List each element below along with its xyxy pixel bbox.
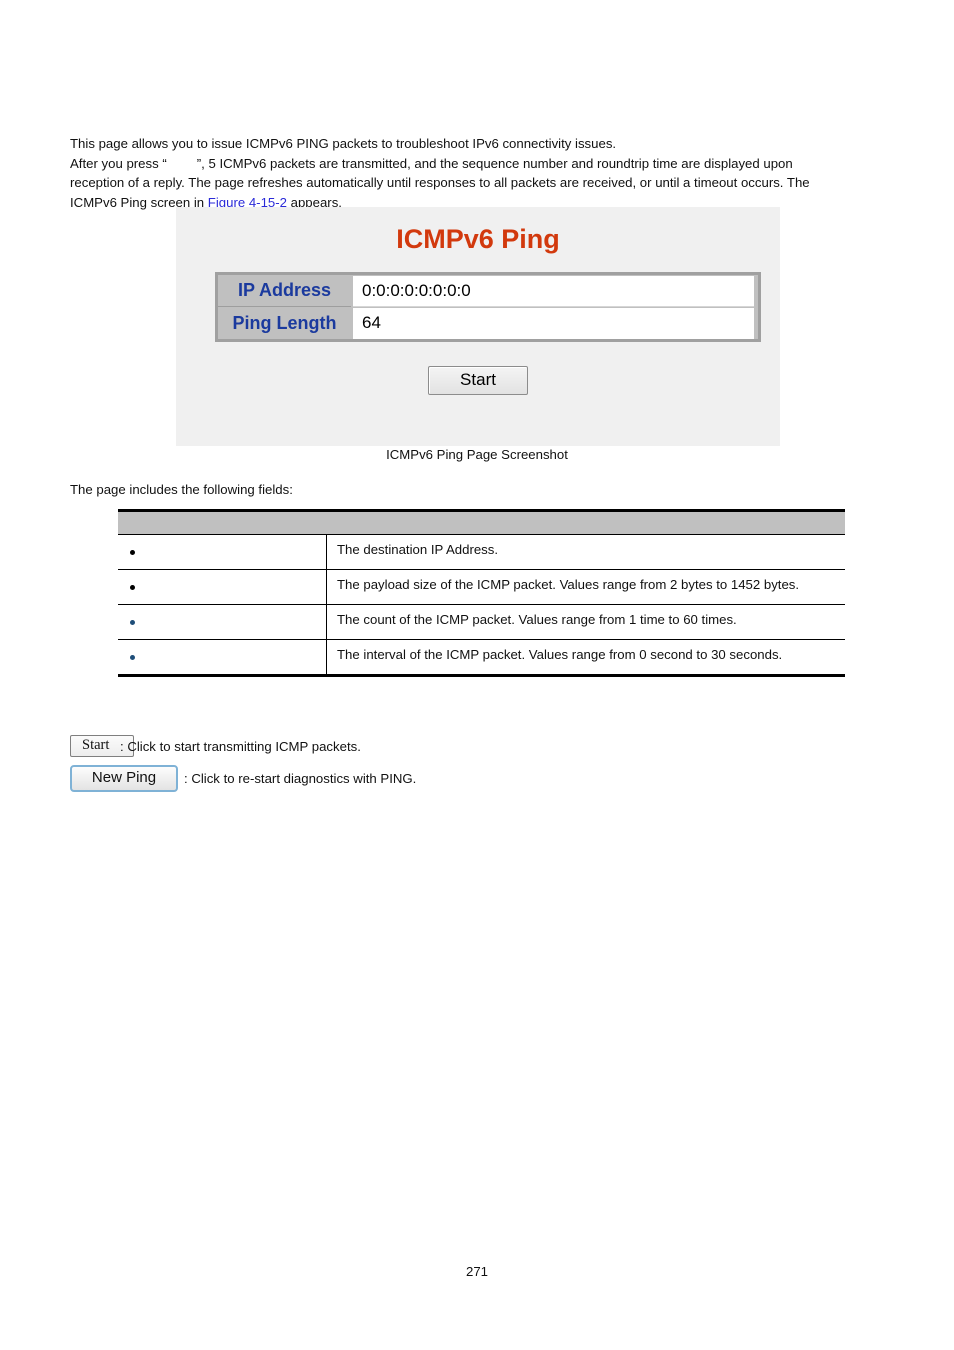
field-description-cell: The payload size of the ICMP packet. Val… <box>337 577 800 592</box>
table-row: The interval of the ICMP packet. Values … <box>118 639 845 676</box>
ping-form-table: IP Address 0:0:0:0:0:0:0:0 Ping Length 6… <box>215 272 761 342</box>
table-row: The destination IP Address. <box>118 534 845 570</box>
button-legend: Start : Click to start transmitting ICMP… <box>70 731 416 793</box>
new-ping-button-legend[interactable]: New Ping <box>70 764 178 792</box>
bullet-icon <box>130 620 135 626</box>
fields-lead-in-text: The page includes the following fields: <box>70 482 293 497</box>
intro-line-2-post: ”, 5 ICMPv6 packets are transmitted, and… <box>196 155 793 171</box>
field-name-cell <box>118 569 327 605</box>
field-name-cell <box>118 639 327 676</box>
fields-table-header-row <box>118 510 845 535</box>
field-name-cell <box>118 534 327 570</box>
intro-line-1: This page allows you to issue ICMPv6 PIN… <box>70 136 617 151</box>
new-ping-button-legend-text: : Click to re-start diagnostics with PIN… <box>184 770 417 786</box>
form-row-ping-length: Ping Length 64 <box>218 307 758 339</box>
field-description-cell: The interval of the ICMP packet. Values … <box>337 647 783 662</box>
field-name-cell <box>118 604 327 640</box>
legend-row-start: Start : Click to start transmitting ICMP… <box>70 731 416 761</box>
form-row-ip-address: IP Address 0:0:0:0:0:0:0:0 <box>218 275 758 307</box>
fields-table-head <box>118 510 845 535</box>
field-description-cell: The count of the ICMP packet. Values ran… <box>337 612 737 627</box>
bullet-icon <box>130 585 135 591</box>
header-description <box>326 510 845 535</box>
fields-table-body: The destination IP Address. The payload … <box>118 534 845 676</box>
intro-line-3: reception of a reply. The page refreshes… <box>70 175 810 190</box>
bullet-icon <box>130 655 135 661</box>
figure-caption: ICMPv6 Ping Page Screenshot <box>386 447 568 462</box>
input-cell-ping-length: 64 <box>351 307 758 339</box>
fields-table: The destination IP Address. The payload … <box>118 509 845 677</box>
legend-row-new-ping: New Ping : Click to re-start diagnostics… <box>70 763 416 793</box>
ping-length-input[interactable]: 64 <box>353 307 754 339</box>
label-ip-address: IP Address <box>218 275 351 307</box>
field-description-cell: The destination IP Address. <box>337 542 499 557</box>
ip-address-input[interactable]: 0:0:0:0:0:0:0:0 <box>353 275 754 307</box>
table-row: The payload size of the ICMP packet. Val… <box>118 569 845 605</box>
start-button-legend-text: : Click to start transmitting ICMP packe… <box>120 738 361 754</box>
header-object-name <box>118 510 327 535</box>
start-button[interactable]: Start <box>428 366 528 395</box>
input-cell-ip-address: 0:0:0:0:0:0:0:0 <box>351 275 758 307</box>
screenshot-page-title: ICMPv6 Ping <box>396 224 560 254</box>
icmpv6-ping-screenshot-panel: ICMPv6 Ping IP Address 0:0:0:0:0:0:0:0 P… <box>176 207 780 446</box>
intro-line-2: After you press “ ”, 5 ICMPv6 packets are… <box>70 154 888 174</box>
table-row: The count of the ICMP packet. Values ran… <box>118 604 845 640</box>
screenshot-button-row: Start <box>176 366 780 395</box>
bullet-icon <box>130 550 135 556</box>
page-number: 271 <box>465 1264 488 1279</box>
intro-paragraph: This page allows you to issue ICMPv6 PIN… <box>70 134 888 212</box>
label-ping-length: Ping Length <box>218 307 351 339</box>
intro-line-2-pre: After you press “ <box>70 155 167 171</box>
